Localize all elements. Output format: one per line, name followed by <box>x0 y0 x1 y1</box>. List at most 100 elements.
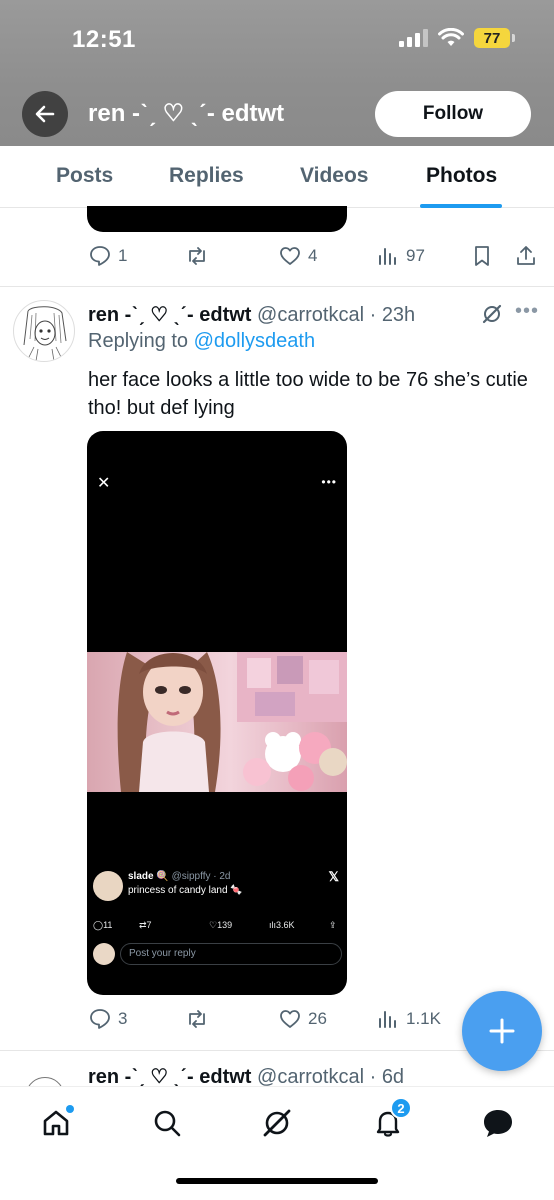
replying-to: Replying to @dollysdeath <box>88 330 315 353</box>
nav-home[interactable] <box>36 1103 76 1143</box>
dot-separator: · <box>364 304 382 326</box>
tweet-text: her face looks a little too wide to be 7… <box>88 369 528 419</box>
tweet-header: ren -ˋˏ ♡ ˎˊ- edtwt @carrotkcal · 23h <box>88 302 415 327</box>
share-button[interactable] <box>514 244 538 268</box>
compose-button[interactable] <box>462 991 542 1071</box>
replying-to-label: Replying to <box>88 330 189 352</box>
replying-to-mention[interactable]: @dollysdeath <box>194 330 315 352</box>
embed-text: princess of candy land 🍬 <box>128 885 243 896</box>
previous-tweet-actions: 1 4 97 <box>88 244 540 272</box>
like-count: 4 <box>308 246 318 265</box>
notification-badge: 2 <box>390 1097 412 1119</box>
follow-button[interactable]: Follow <box>375 91 531 137</box>
nav-grok[interactable] <box>257 1103 297 1143</box>
author-handle[interactable]: @carrotkcal <box>257 304 364 326</box>
embed-author: slade 🍭 @sippffy · 2d <box>128 871 230 882</box>
arrow-left-icon <box>35 105 55 123</box>
grok-icon[interactable] <box>480 302 504 326</box>
nav-notifications[interactable]: 2 <box>368 1097 412 1143</box>
battery-icon: 77 <box>474 28 515 48</box>
repost-icon <box>189 247 205 265</box>
embed-author-name: slade <box>128 871 154 882</box>
views-button[interactable]: 1.1K <box>376 1007 441 1031</box>
embed-avatar <box>93 871 123 901</box>
reply-button[interactable]: 1 <box>88 244 127 268</box>
author-name[interactable]: ren -ˋˏ ♡ ˎˊ- edtwt <box>88 304 251 326</box>
nav-messages[interactable] <box>478 1103 518 1143</box>
heart-icon <box>280 1010 300 1028</box>
like-count: 26 <box>308 1009 327 1028</box>
home-indicator <box>176 1178 378 1184</box>
tweet-media[interactable]: ✕ ••• slade 🍭 @sippffy · 2d princess of … <box>87 431 347 995</box>
reply-count: 1 <box>118 246 128 265</box>
embed-reply-input: Post your reply <box>120 943 342 965</box>
tweet-divider <box>0 286 554 287</box>
embed-repost: ⇄ 7 <box>139 920 152 930</box>
embed-text-content: princess of candy land <box>128 885 228 896</box>
tab-posts[interactable]: Posts <box>56 164 113 188</box>
previous-media[interactable] <box>87 206 347 232</box>
like-button[interactable]: 4 <box>278 244 317 268</box>
embed-actions: ◯ 11 ⇄ 7 ♡ 139 ılı 3.6K ⇪ <box>93 920 343 934</box>
repost-button[interactable] <box>185 1007 209 1031</box>
cellular-signal-icon <box>399 29 428 47</box>
embed-reply: ◯ 11 <box>93 920 113 930</box>
reply-button[interactable]: 3 <box>88 1007 127 1031</box>
profile-tabs: Posts Replies Videos Photos <box>0 146 554 208</box>
plus-icon <box>489 1018 515 1044</box>
embed-repost-count: 7 <box>146 920 152 930</box>
profile-header: 12:51 77 ren -ˋˏ ♡ ˎˊ- edtwt Follow <box>0 0 554 146</box>
tab-videos[interactable]: Videos <box>300 164 368 188</box>
heart-icon <box>280 247 300 265</box>
embed-time: 2d <box>219 871 231 882</box>
close-icon: ✕ <box>97 475 111 492</box>
view-count: 97 <box>406 246 425 265</box>
status-time: 12:51 <box>72 26 136 53</box>
profile-name: ren -ˋˏ ♡ ˎˊ- edtwt <box>88 100 285 127</box>
avatar[interactable] <box>13 300 75 362</box>
more-options-icon: ••• <box>321 475 337 489</box>
wifi-icon <box>438 28 464 46</box>
active-tab-indicator <box>420 204 502 208</box>
embedded-photo <box>87 652 347 792</box>
unread-dot <box>66 1105 74 1113</box>
embed-reply-avatar <box>93 943 115 965</box>
x-logo-icon: 𝕏 <box>328 869 339 884</box>
chat-bubble-icon <box>484 1110 512 1137</box>
bookmark-button[interactable] <box>470 244 494 268</box>
embed-views: ılı 3.6K <box>269 920 295 930</box>
avatar-sketch-image <box>23 306 67 361</box>
like-button[interactable]: 26 <box>278 1007 327 1031</box>
embed-like-count: 139 <box>217 920 233 930</box>
embed-reply-count: 11 <box>103 920 113 930</box>
lollipop-icon: 🍭 <box>156 871 169 882</box>
reply-icon <box>90 1009 110 1029</box>
tab-photos[interactable]: Photos <box>426 164 497 188</box>
tweet-time: 6d <box>381 1066 405 1088</box>
share-icon <box>517 246 535 265</box>
author-handle[interactable]: @carrotkcal <box>257 1066 364 1088</box>
nav-search[interactable] <box>147 1103 187 1143</box>
tab-replies[interactable]: Replies <box>169 164 244 188</box>
grok-icon <box>263 1109 291 1137</box>
search-icon <box>154 1110 181 1137</box>
back-button[interactable] <box>22 91 68 137</box>
reply-icon <box>90 246 110 266</box>
dot-separator: · <box>364 1066 382 1088</box>
view-count: 1.1K <box>406 1009 441 1028</box>
views-icon <box>379 1011 396 1028</box>
tweet-time: 23h <box>381 304 416 326</box>
more-options-icon[interactable]: ••• <box>515 300 539 323</box>
photo-illustration <box>117 652 347 792</box>
reply-count: 3 <box>118 1009 128 1028</box>
views-icon <box>379 248 396 265</box>
embed-like: ♡ 139 <box>209 920 233 930</box>
status-icons: 77 <box>399 28 515 48</box>
views-button[interactable]: 97 <box>376 244 425 268</box>
repost-icon <box>189 1010 205 1028</box>
author-name[interactable]: ren -ˋˏ ♡ ˎˊ- edtwt <box>88 1066 251 1088</box>
embed-view-count: 3.6K <box>276 920 295 930</box>
repost-button[interactable] <box>185 244 209 268</box>
bookmark-icon <box>475 246 489 266</box>
embed-author-handle: @sippffy <box>171 871 211 882</box>
